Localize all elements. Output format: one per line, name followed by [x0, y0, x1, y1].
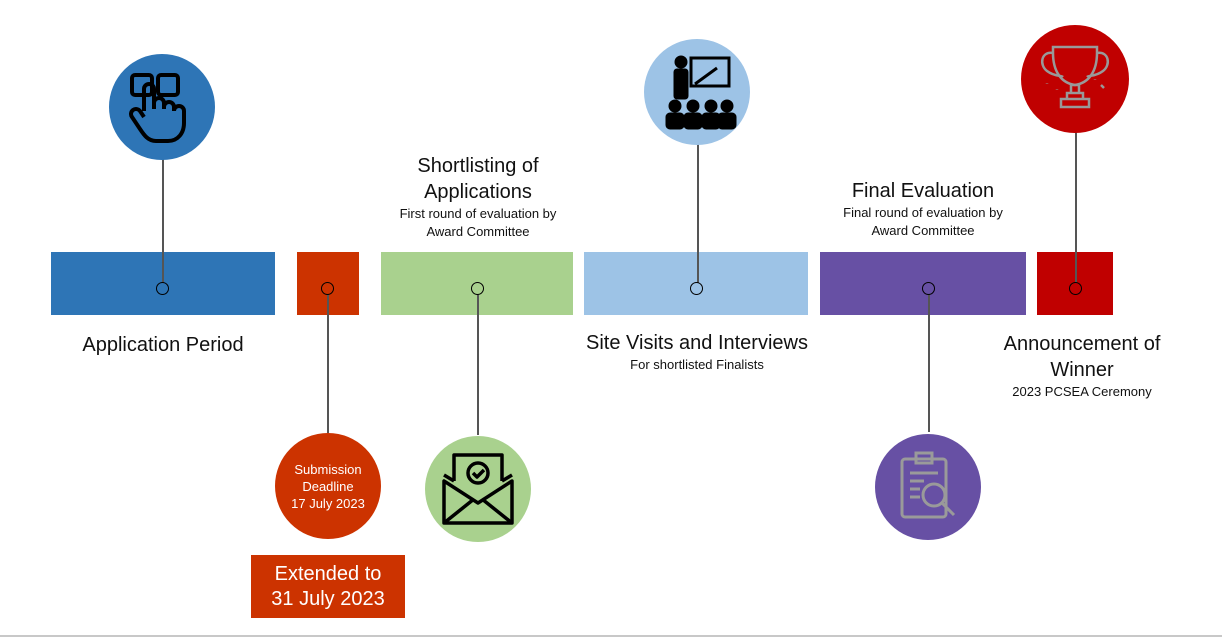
- submission-deadline-circle: Submission Deadline 17 July 2023: [275, 433, 381, 539]
- deadline-label-1: Submission: [294, 461, 362, 477]
- final-evaluation-sub-1: Final round of evaluation by: [843, 205, 1003, 220]
- presentation-audience-icon: [644, 39, 750, 145]
- shortlisting-title-2: Applications: [424, 181, 532, 203]
- timeline-marker: [321, 282, 334, 295]
- connector-line: [477, 295, 479, 435]
- application-period-title: Application Period: [82, 334, 244, 356]
- deadline-date: 17 July 2023: [291, 495, 365, 511]
- timeline-marker: [690, 282, 703, 295]
- extended-deadline-box: Extended to 31 July 2023: [251, 555, 405, 618]
- extended-date: 31 July 2023: [271, 588, 385, 610]
- trophy-icon: [1021, 25, 1129, 133]
- announcement-title-1: Announcement of: [1003, 333, 1161, 355]
- extended-label: Extended to: [274, 563, 382, 585]
- bottom-divider: [0, 635, 1222, 637]
- shortlisting-title-1: Shortlisting of: [417, 155, 539, 177]
- connector-line: [697, 143, 699, 283]
- timeline-marker: [156, 282, 169, 295]
- deadline-label-2: Deadline: [302, 478, 354, 494]
- site-visits-title: Site Visits and Interviews: [586, 332, 808, 354]
- shortlisting-sub-2: Award Committee: [426, 224, 530, 239]
- connector-line: [162, 158, 164, 283]
- final-evaluation-title: Final Evaluation: [851, 180, 995, 202]
- site-visits-text: Site Visits and Interviews For shortlist…: [586, 330, 808, 374]
- announcement-text: Announcement of Winner 2023 PCSEA Ceremo…: [1004, 331, 1161, 401]
- timeline-marker: [1069, 282, 1082, 295]
- connector-line: [327, 295, 329, 433]
- shortlisting-text: Shortlisting of Applications First round…: [400, 153, 557, 241]
- final-evaluation-sub-2: Award Committee: [871, 223, 975, 238]
- final-evaluation-text: Final Evaluation Final round of evaluati…: [843, 178, 1003, 240]
- site-visits-sub: For shortlisted Finalists: [630, 357, 764, 372]
- timeline-marker: [471, 282, 484, 295]
- shortlisting-sub-1: First round of evaluation by: [399, 206, 557, 221]
- announcement-title-2: Winner: [1050, 359, 1114, 381]
- hand-pointer-icon: [109, 54, 215, 160]
- announcement-sub: 2023 PCSEA Ceremony: [1012, 384, 1152, 399]
- connector-line: [928, 295, 930, 432]
- clipboard-search-icon: [875, 434, 981, 540]
- connector-line: [1075, 132, 1077, 283]
- timeline-marker: [922, 282, 935, 295]
- envelope-check-icon: [425, 436, 531, 542]
